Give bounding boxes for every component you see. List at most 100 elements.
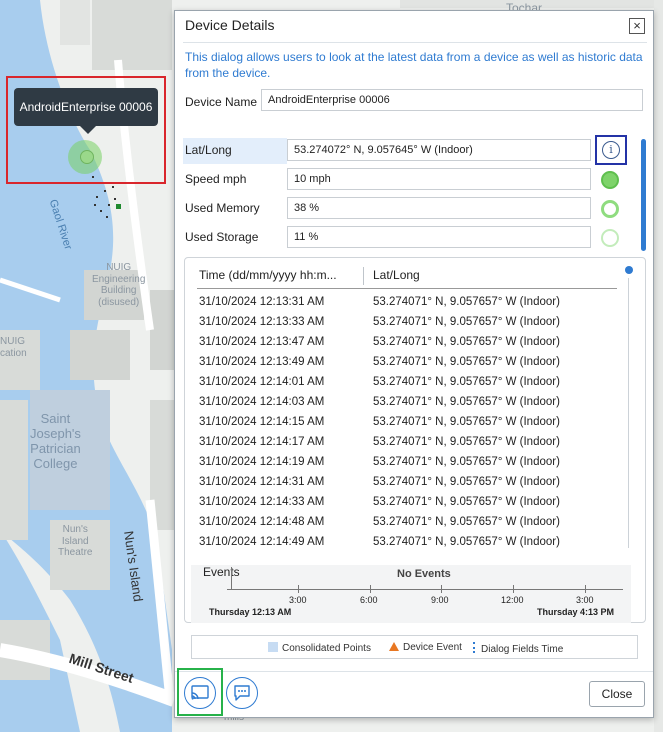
map-label-line: (disused) [98,296,140,308]
cell-time: 31/10/2024 12:13:47 AM [199,336,325,348]
history-scroll-track[interactable] [628,278,629,548]
timeline-tick [513,585,514,593]
cell-time: 31/10/2024 12:14:03 AM [199,396,325,408]
legend-dialog-fields-time-text: Dialog Fields Time [481,644,564,655]
table-row[interactable]: 31/10/2024 12:14:48 AM 53.274071° N, 9.05… [199,516,619,536]
map-label-line: Saint [40,411,71,426]
col-divider[interactable] [363,267,364,285]
used-memory-field[interactable]: 38 % [287,197,591,219]
cell-time: 31/10/2024 12:14:17 AM [199,436,325,448]
cell-time: 31/10/2024 12:13:31 AM [199,296,325,308]
table-row[interactable]: 31/10/2024 12:13:31 AM 53.274071° N, 9.05… [199,296,619,316]
header-underline [197,288,617,289]
table-row[interactable]: 31/10/2024 12:14:01 AM 53.274071° N, 9.05… [199,376,619,396]
table-row[interactable]: 31/10/2024 12:14:15 AM 53.274071° N, 9.05… [199,416,619,436]
cell-time: 31/10/2024 12:14:01 AM [199,376,325,388]
consolidated-swatch-icon [268,642,278,652]
map-label-line: NUIG [106,262,132,273]
cell-time: 31/10/2024 12:14:15 AM [199,416,325,428]
map-label-line: Patrician [30,440,81,456]
table-row[interactable]: 31/10/2024 12:14:19 AM 53.274071° N, 9.05… [199,456,619,476]
legend-device-event: Device Event [389,642,462,653]
info-icon: i [602,141,620,159]
cell-latlong: 53.274071° N, 9.057657° W (Indoor) [373,356,560,368]
table-row[interactable]: 31/10/2024 12:14:03 AM 53.274071° N, 9.05… [199,396,619,416]
no-events-text: No Events [397,568,451,580]
speed-field[interactable]: 10 mph [287,168,591,190]
cell-latlong: 53.274071° N, 9.057657° W (Indoor) [373,316,560,328]
col-header-time[interactable]: Time (dd/mm/yyyy hh:m... [199,268,337,282]
used-storage-status-icon [601,229,619,247]
map-label-line: Theatre [58,547,93,558]
table-row[interactable]: 31/10/2024 12:13:33 AM 53.274071° N, 9.05… [199,316,619,336]
timeline-tick-label: 9:00 [431,595,449,605]
timeline-start-label: Thursday 12:13 AM [209,607,292,617]
map-label-line: Building [100,285,137,296]
chat-button[interactable] [226,677,258,709]
cell-time: 31/10/2024 12:14:48 AM [199,516,325,528]
legend-device-event-text: Device Event [403,642,462,653]
info-button[interactable]: i [595,135,627,165]
map-label-line: Engineering [92,273,146,285]
cell-latlong: 53.274071° N, 9.057657° W (Indoor) [373,396,560,408]
cell-time: 31/10/2024 12:13:33 AM [199,316,325,328]
timeline-end-label: Thursday 4:13 PM [537,607,615,617]
table-row[interactable]: 31/10/2024 12:13:49 AM 53.274071° N, 9.05… [199,356,619,376]
map-label-line: Joseph's [30,425,81,441]
used-storage-field[interactable]: 11 % [287,226,591,248]
cell-latlong: 53.274071° N, 9.057657° W (Indoor) [373,516,560,528]
col-header-latlong[interactable]: Lat/Long [373,268,420,282]
table-row[interactable]: 31/10/2024 12:14:49 AM 53.274071° N, 9.05… [199,536,619,556]
map-label-nuns-island-theatre: Nun's Island Theatre [58,524,92,559]
legend-consolidated-text: Consolidated Points [282,643,371,654]
timeline-tick [585,585,586,593]
device-tooltip-text: AndroidEnterprise 00006 [19,100,153,114]
table-row[interactable]: 31/10/2024 12:14:31 AM 53.274071° N, 9.05… [199,476,619,496]
cell-time: 31/10/2024 12:14:19 AM [199,456,325,468]
map-label-st-josephs: Saint Joseph's Patrician College [30,411,81,472]
legend-dialog-fields-time: Dialog Fields Time [473,642,563,655]
device-location-marker[interactable] [68,140,102,174]
map-label-line: College [33,455,78,471]
used-memory-status-icon [601,200,619,218]
timeline-tick-label: 3:00 [289,595,307,605]
map-label-line: Nun's [62,524,88,535]
timeline-tick-label: 12:00 [501,595,524,605]
used-memory-label: Used Memory [185,201,260,215]
cell-latlong: 53.274071° N, 9.057657° W (Indoor) [373,416,560,428]
cell-latlong: 53.274071° N, 9.057657° W (Indoor) [373,496,560,508]
table-row[interactable]: 31/10/2024 12:14:17 AM 53.274071° N, 9.05… [199,436,619,456]
cell-time: 31/10/2024 12:13:49 AM [199,356,325,368]
table-row[interactable]: 31/10/2024 12:14:33 AM 53.274071° N, 9.05… [199,496,619,516]
cell-latlong: 53.274071° N, 9.057657° W (Indoor) [373,476,560,488]
map-label-nuig-engineering: NUIG Engineering Building (disused) [92,262,145,308]
cell-latlong: 53.274071° N, 9.057657° W (Indoor) [373,536,560,548]
cell-latlong: 53.274071° N, 9.057657° W (Indoor) [373,436,560,448]
chat-icon [234,685,250,701]
device-name-field[interactable]: AndroidEnterprise 00006 [261,89,643,111]
timeline-tick-label: 6:00 [360,595,378,605]
dialog-fields-time-line-icon [473,642,477,653]
events-label: Events [203,565,240,579]
close-button[interactable]: Close [589,681,645,707]
device-details-dialog: Device Details × This dialog allows user… [174,10,654,718]
device-name-label: Device Name [185,95,258,109]
used-storage-label: Used Storage [185,230,259,244]
timeline-legend: Consolidated Points Device Event Dialog … [191,635,638,659]
history-scroll-thumb[interactable] [625,266,633,274]
cast-button[interactable] [184,677,216,709]
speed-label: Speed mph [185,172,247,186]
fields-scrollbar[interactable] [641,139,646,251]
close-icon[interactable]: × [629,18,645,34]
dialog-title: Device Details [185,17,275,33]
timeline-tick [298,585,299,593]
lat-long-label: Lat/Long [185,143,232,157]
lat-long-field[interactable]: 53.274072° N, 9.057645° W (Indoor) [287,139,591,161]
map-label-nuig-left: NUIG cation [0,336,27,359]
title-divider [183,42,647,43]
table-row[interactable]: 31/10/2024 12:13:47 AM 53.274071° N, 9.05… [199,336,619,356]
cast-icon [191,685,209,700]
map-label-line: NUIG [0,336,25,347]
cell-time: 31/10/2024 12:14:31 AM [199,476,325,488]
timeline-start-tick [231,567,232,589]
